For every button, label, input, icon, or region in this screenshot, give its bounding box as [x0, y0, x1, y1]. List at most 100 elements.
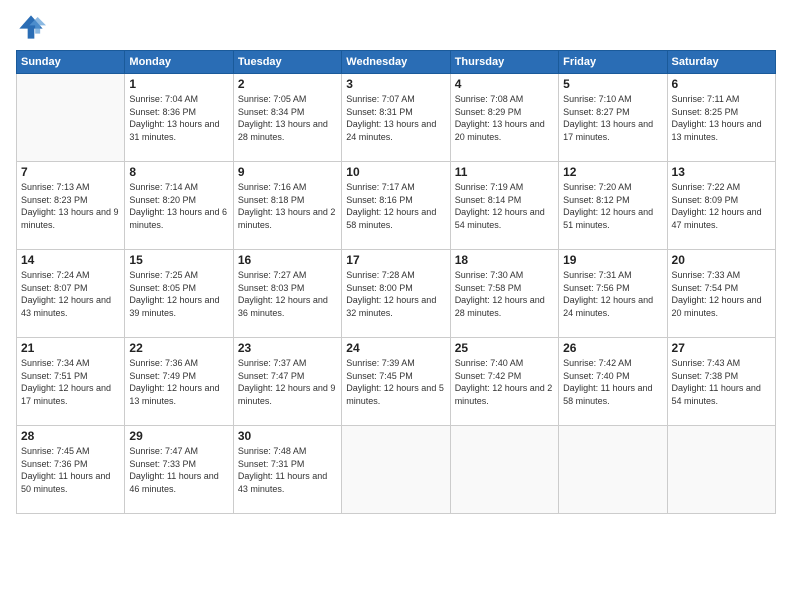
day-info: Sunrise: 7:40 AMSunset: 7:42 PMDaylight:…	[455, 357, 554, 407]
calendar-cell: 28 Sunrise: 7:45 AMSunset: 7:36 PMDayligh…	[17, 426, 125, 514]
logo	[16, 12, 50, 42]
calendar-cell: 16Sunrise: 7:27 AMSunset: 8:03 PMDayligh…	[233, 250, 341, 338]
calendar-cell: 17 Sunrise: 7:28 AMSunset: 8:00 PMDayligh…	[342, 250, 450, 338]
day-number: 20	[672, 253, 771, 267]
day-number: 30	[238, 429, 337, 443]
calendar-cell	[342, 426, 450, 514]
calendar-cell: 4 Sunrise: 7:08 AMSunset: 8:29 PMDaylight…	[450, 74, 558, 162]
day-number: 4	[455, 77, 554, 91]
weekday-saturday: Saturday	[667, 51, 775, 74]
day-info: Sunrise: 7:13 AMSunset: 8:23 PMDaylight:…	[21, 181, 120, 231]
day-info: Sunrise: 7:47 AMSunset: 7:33 PMDaylight:…	[129, 445, 228, 495]
day-info: Sunrise: 7:22 AMSunset: 8:09 PMDaylight:…	[672, 181, 771, 231]
day-number: 26	[563, 341, 662, 355]
calendar-cell: 29 Sunrise: 7:47 AMSunset: 7:33 PMDayligh…	[125, 426, 233, 514]
weekday-thursday: Thursday	[450, 51, 558, 74]
day-number: 24	[346, 341, 445, 355]
calendar-cell: 12 Sunrise: 7:20 AMSunset: 8:12 PMDayligh…	[559, 162, 667, 250]
day-info: Sunrise: 7:34 AMSunset: 7:51 PMDaylight:…	[21, 357, 120, 407]
page: SundayMondayTuesdayWednesdayThursdayFrid…	[0, 0, 792, 612]
day-number: 1	[129, 77, 228, 91]
day-number: 12	[563, 165, 662, 179]
calendar-cell: 5 Sunrise: 7:10 AMSunset: 8:27 PMDaylight…	[559, 74, 667, 162]
day-number: 25	[455, 341, 554, 355]
day-number: 13	[672, 165, 771, 179]
day-number: 19	[563, 253, 662, 267]
calendar-cell: 24 Sunrise: 7:39 AMSunset: 7:45 PMDayligh…	[342, 338, 450, 426]
calendar-cell: 1 Sunrise: 7:04 AMSunset: 8:36 PMDaylight…	[125, 74, 233, 162]
day-number: 2	[238, 77, 337, 91]
day-info: Sunrise: 7:30 AMSunset: 7:58 PMDaylight:…	[455, 269, 554, 319]
day-info: Sunrise: 7:28 AMSunset: 8:00 PMDaylight:…	[346, 269, 445, 319]
day-info: Sunrise: 7:16 AMSunset: 8:18 PMDaylight:…	[238, 181, 337, 231]
day-info: Sunrise: 7:04 AMSunset: 8:36 PMDaylight:…	[129, 93, 228, 143]
day-number: 21	[21, 341, 120, 355]
day-number: 29	[129, 429, 228, 443]
day-info: Sunrise: 7:24 AMSunset: 8:07 PMDaylight:…	[21, 269, 120, 319]
day-info: Sunrise: 7:07 AMSunset: 8:31 PMDaylight:…	[346, 93, 445, 143]
day-info: Sunrise: 7:05 AMSunset: 8:34 PMDaylight:…	[238, 93, 337, 143]
day-number: 7	[21, 165, 120, 179]
day-number: 27	[672, 341, 771, 355]
day-info: Sunrise: 7:17 AMSunset: 8:16 PMDaylight:…	[346, 181, 445, 231]
calendar-cell	[450, 426, 558, 514]
calendar-cell	[559, 426, 667, 514]
day-info: Sunrise: 7:37 AMSunset: 7:47 PMDaylight:…	[238, 357, 337, 407]
day-number: 22	[129, 341, 228, 355]
calendar-cell: 30 Sunrise: 7:48 AMSunset: 7:31 PMDayligh…	[233, 426, 341, 514]
calendar-cell: 3 Sunrise: 7:07 AMSunset: 8:31 PMDaylight…	[342, 74, 450, 162]
calendar-cell: 25 Sunrise: 7:40 AMSunset: 7:42 PMDayligh…	[450, 338, 558, 426]
day-number: 17	[346, 253, 445, 267]
day-number: 23	[238, 341, 337, 355]
day-number: 18	[455, 253, 554, 267]
day-number: 9	[238, 165, 337, 179]
calendar-cell: 9 Sunrise: 7:16 AMSunset: 8:18 PMDaylight…	[233, 162, 341, 250]
calendar-cell: 23 Sunrise: 7:37 AMSunset: 7:47 PMDayligh…	[233, 338, 341, 426]
calendar-cell	[17, 74, 125, 162]
calendar-cell: 11 Sunrise: 7:19 AMSunset: 8:14 PMDayligh…	[450, 162, 558, 250]
day-info: Sunrise: 7:25 AMSunset: 8:05 PMDaylight:…	[129, 269, 228, 319]
day-number: 10	[346, 165, 445, 179]
weekday-friday: Friday	[559, 51, 667, 74]
weekday-header-row: SundayMondayTuesdayWednesdayThursdayFrid…	[17, 51, 776, 74]
weekday-monday: Monday	[125, 51, 233, 74]
day-number: 16	[238, 253, 337, 267]
calendar-cell: 7 Sunrise: 7:13 AMSunset: 8:23 PMDaylight…	[17, 162, 125, 250]
calendar-cell: 15 Sunrise: 7:25 AMSunset: 8:05 PMDayligh…	[125, 250, 233, 338]
calendar-cell: 8 Sunrise: 7:14 AMSunset: 8:20 PMDaylight…	[125, 162, 233, 250]
weekday-sunday: Sunday	[17, 51, 125, 74]
day-number: 5	[563, 77, 662, 91]
day-info: Sunrise: 7:10 AMSunset: 8:27 PMDaylight:…	[563, 93, 662, 143]
logo-icon	[16, 12, 46, 42]
day-info: Sunrise: 7:48 AMSunset: 7:31 PMDaylight:…	[238, 445, 337, 495]
week-row-3: 21 Sunrise: 7:34 AMSunset: 7:51 PMDayligh…	[17, 338, 776, 426]
calendar-cell: 6Sunrise: 7:11 AMSunset: 8:25 PMDaylight…	[667, 74, 775, 162]
day-number: 28	[21, 429, 120, 443]
week-row-0: 1 Sunrise: 7:04 AMSunset: 8:36 PMDaylight…	[17, 74, 776, 162]
day-info: Sunrise: 7:31 AMSunset: 7:56 PMDaylight:…	[563, 269, 662, 319]
calendar-cell: 22 Sunrise: 7:36 AMSunset: 7:49 PMDayligh…	[125, 338, 233, 426]
day-info: Sunrise: 7:14 AMSunset: 8:20 PMDaylight:…	[129, 181, 228, 231]
day-info: Sunrise: 7:43 AMSunset: 7:38 PMDaylight:…	[672, 357, 771, 407]
day-number: 8	[129, 165, 228, 179]
day-info: Sunrise: 7:20 AMSunset: 8:12 PMDaylight:…	[563, 181, 662, 231]
calendar-cell: 10 Sunrise: 7:17 AMSunset: 8:16 PMDayligh…	[342, 162, 450, 250]
calendar-cell: 18 Sunrise: 7:30 AMSunset: 7:58 PMDayligh…	[450, 250, 558, 338]
calendar-cell: 27 Sunrise: 7:43 AMSunset: 7:38 PMDayligh…	[667, 338, 775, 426]
day-number: 11	[455, 165, 554, 179]
day-number: 15	[129, 253, 228, 267]
calendar-cell: 13 Sunrise: 7:22 AMSunset: 8:09 PMDayligh…	[667, 162, 775, 250]
day-number: 3	[346, 77, 445, 91]
calendar-cell	[667, 426, 775, 514]
day-info: Sunrise: 7:36 AMSunset: 7:49 PMDaylight:…	[129, 357, 228, 407]
day-info: Sunrise: 7:19 AMSunset: 8:14 PMDaylight:…	[455, 181, 554, 231]
calendar-cell: 19 Sunrise: 7:31 AMSunset: 7:56 PMDayligh…	[559, 250, 667, 338]
calendar-cell: 21 Sunrise: 7:34 AMSunset: 7:51 PMDayligh…	[17, 338, 125, 426]
day-info: Sunrise: 7:08 AMSunset: 8:29 PMDaylight:…	[455, 93, 554, 143]
day-info: Sunrise: 7:39 AMSunset: 7:45 PMDaylight:…	[346, 357, 445, 407]
weekday-tuesday: Tuesday	[233, 51, 341, 74]
day-info: Sunrise: 7:45 AMSunset: 7:36 PMDaylight:…	[21, 445, 120, 495]
calendar-table: SundayMondayTuesdayWednesdayThursdayFrid…	[16, 50, 776, 514]
calendar-cell: 14Sunrise: 7:24 AMSunset: 8:07 PMDayligh…	[17, 250, 125, 338]
calendar-cell: 26Sunrise: 7:42 AMSunset: 7:40 PMDayligh…	[559, 338, 667, 426]
